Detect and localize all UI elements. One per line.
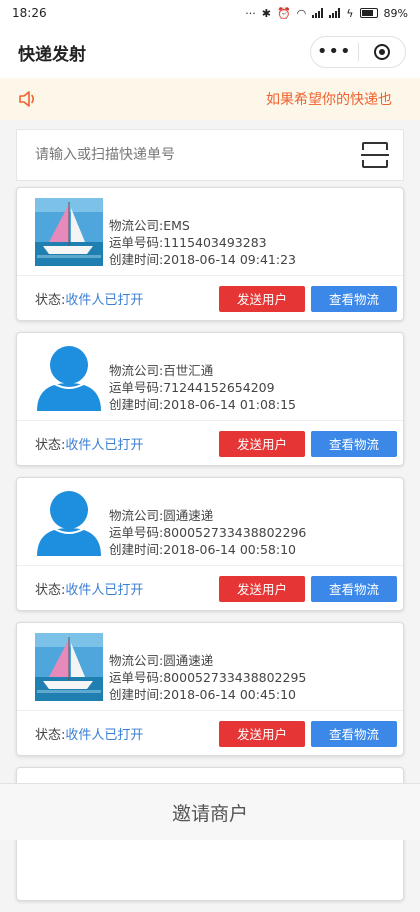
card-header: 物流公司:百世汇通 运单号码:71244152654209 创建时间:2018-… — [17, 333, 403, 421]
view-logistics-button[interactable]: 查看物流 — [311, 430, 397, 457]
created-line: 创建时间:2018-06-14 01:08:15 — [109, 397, 296, 412]
created-time: 2018-06-14 09:41:23 — [163, 252, 296, 267]
status-text: 状态:收件人已打开 — [35, 583, 144, 598]
bluetooth-icon: ✱ — [261, 6, 271, 20]
parcel-info: 物流公司:百世汇通 运单号码:71244152654209 创建时间:2018-… — [109, 362, 296, 413]
notice-bar[interactable]: 如果希望你的快递也 — [0, 78, 420, 120]
created-time: 2018-06-14 01:08:15 — [163, 397, 296, 412]
waybill-number: 800052733438802296 — [163, 525, 307, 540]
signal-icon — [312, 8, 324, 18]
view-logistics-button[interactable]: 查看物流 — [311, 575, 397, 602]
created-time: 2018-06-14 00:58:10 — [163, 542, 296, 557]
company-name: 百世汇通 — [163, 363, 214, 378]
company-line: 物流公司:圆通速递 — [109, 653, 214, 668]
status-text: 状态:收件人已打开 — [35, 293, 144, 308]
notice-text: 如果希望你的快递也 — [266, 92, 392, 108]
status-value: 收件人已打开 — [65, 438, 144, 453]
wifi-icon: ◠ — [296, 6, 307, 20]
charging-icon: ϟ — [346, 6, 354, 20]
status-dots: ··· — [245, 6, 256, 20]
card-header: 物流公司:EMS 运单号码:1115403493283 创建时间:2018-06… — [17, 188, 403, 276]
company-name: EMS — [163, 218, 190, 233]
card-header: 物流公司:圆通速递 运单号码:800052733438802295 创建时间:2… — [17, 623, 403, 711]
parcel-info: 物流公司:圆通速递 运单号码:800052733438802295 创建时间:2… — [109, 652, 306, 703]
battery-icon — [359, 8, 378, 18]
sailboat-thumbnail — [35, 197, 103, 266]
waybill-number: 71244152654209 — [163, 380, 275, 395]
sailboat-thumbnail — [35, 632, 103, 701]
waybill-line: 运单号码:800052733438802296 — [109, 525, 307, 540]
waybill-number: 1115403493283 — [163, 235, 267, 250]
parcel-info: 物流公司:圆通速递 运单号码:800052733438802296 创建时间:2… — [109, 507, 306, 558]
card-footer: 状态:收件人已打开 发送用户 查看物流 — [17, 566, 403, 611]
parcel-card[interactable]: 物流公司:EMS 运单号码:1115403493283 创建时间:2018-06… — [16, 187, 404, 321]
parcel-card[interactable]: 物流公司:圆通速递 运单号码:800052733438802296 创建时间:2… — [16, 477, 404, 611]
status-text: 状态:收件人已打开 — [35, 438, 144, 453]
company-name: 圆通速递 — [163, 508, 214, 523]
invite-merchant-button[interactable]: 邀请商户 — [0, 783, 420, 840]
scan-icon — [361, 142, 389, 168]
view-logistics-button[interactable]: 查看物流 — [311, 285, 397, 312]
card-footer: 状态:收件人已打开 发送用户 查看物流 — [17, 421, 403, 466]
status-value: 收件人已打开 — [65, 583, 144, 598]
battery-level: 89% — [383, 6, 408, 20]
default-avatar-icon — [37, 490, 101, 556]
more-icon[interactable]: ••• — [311, 37, 358, 67]
status-icons: ··· ✱ ⏰ ◠ ϟ 89% — [245, 7, 408, 20]
send-to-user-button[interactable]: 发送用户 — [219, 430, 305, 457]
company-line: 物流公司:百世汇通 — [109, 363, 214, 378]
status-value: 收件人已打开 — [65, 293, 144, 308]
waybill-line: 运单号码:800052733438802295 — [109, 670, 307, 685]
send-to-user-button[interactable]: 发送用户 — [219, 285, 305, 312]
send-to-user-button[interactable]: 发送用户 — [219, 720, 305, 747]
company-line: 物流公司:圆通速递 — [109, 508, 214, 523]
search-box — [16, 129, 404, 181]
created-line: 创建时间:2018-06-14 00:45:10 — [109, 687, 296, 702]
close-mini-program-button[interactable] — [359, 44, 406, 60]
parcel-card[interactable]: 物流公司:圆通速递 运单号码:800052733438802295 创建时间:2… — [16, 622, 404, 756]
company-line: 物流公司:EMS — [109, 218, 190, 233]
tracking-number-input[interactable] — [33, 146, 361, 164]
signal-icon-2 — [329, 8, 341, 18]
send-to-user-button[interactable]: 发送用户 — [219, 575, 305, 602]
mini-program-capsule: ••• — [310, 36, 406, 68]
parcel-info: 物流公司:EMS 运单号码:1115403493283 创建时间:2018-06… — [109, 217, 296, 268]
created-line: 创建时间:2018-06-14 09:41:23 — [109, 252, 296, 267]
target-icon — [373, 44, 390, 60]
company-name: 圆通速递 — [163, 653, 214, 668]
created-line: 创建时间:2018-06-14 00:58:10 — [109, 542, 296, 557]
parcel-card[interactable]: 物流公司:百世汇通 运单号码:71244152654209 创建时间:2018-… — [16, 332, 404, 466]
nav-bar: 快递发射 ••• — [0, 26, 420, 78]
card-footer: 状态:收件人已打开 发送用户 查看物流 — [17, 711, 403, 756]
page-title: 快递发射 — [18, 44, 86, 65]
status-text: 状态:收件人已打开 — [35, 728, 144, 743]
status-bar: 18:26 ··· ✱ ⏰ ◠ ϟ 89% — [0, 0, 420, 26]
card-footer: 状态:收件人已打开 发送用户 查看物流 — [17, 276, 403, 321]
created-time: 2018-06-14 00:45:10 — [163, 687, 296, 702]
alarm-icon: ⏰ — [276, 6, 291, 20]
clock: 18:26 — [12, 6, 47, 20]
view-logistics-button[interactable]: 查看物流 — [311, 720, 397, 747]
status-value: 收件人已打开 — [65, 728, 144, 743]
waybill-number: 800052733438802295 — [163, 670, 307, 685]
waybill-line: 运单号码:71244152654209 — [109, 380, 275, 395]
speaker-icon — [19, 91, 35, 107]
waybill-line: 运单号码:1115403493283 — [109, 235, 267, 250]
card-header: 物流公司:圆通速递 运单号码:800052733438802296 创建时间:2… — [17, 478, 403, 566]
default-avatar-icon — [37, 345, 101, 411]
scan-button[interactable] — [361, 141, 389, 169]
